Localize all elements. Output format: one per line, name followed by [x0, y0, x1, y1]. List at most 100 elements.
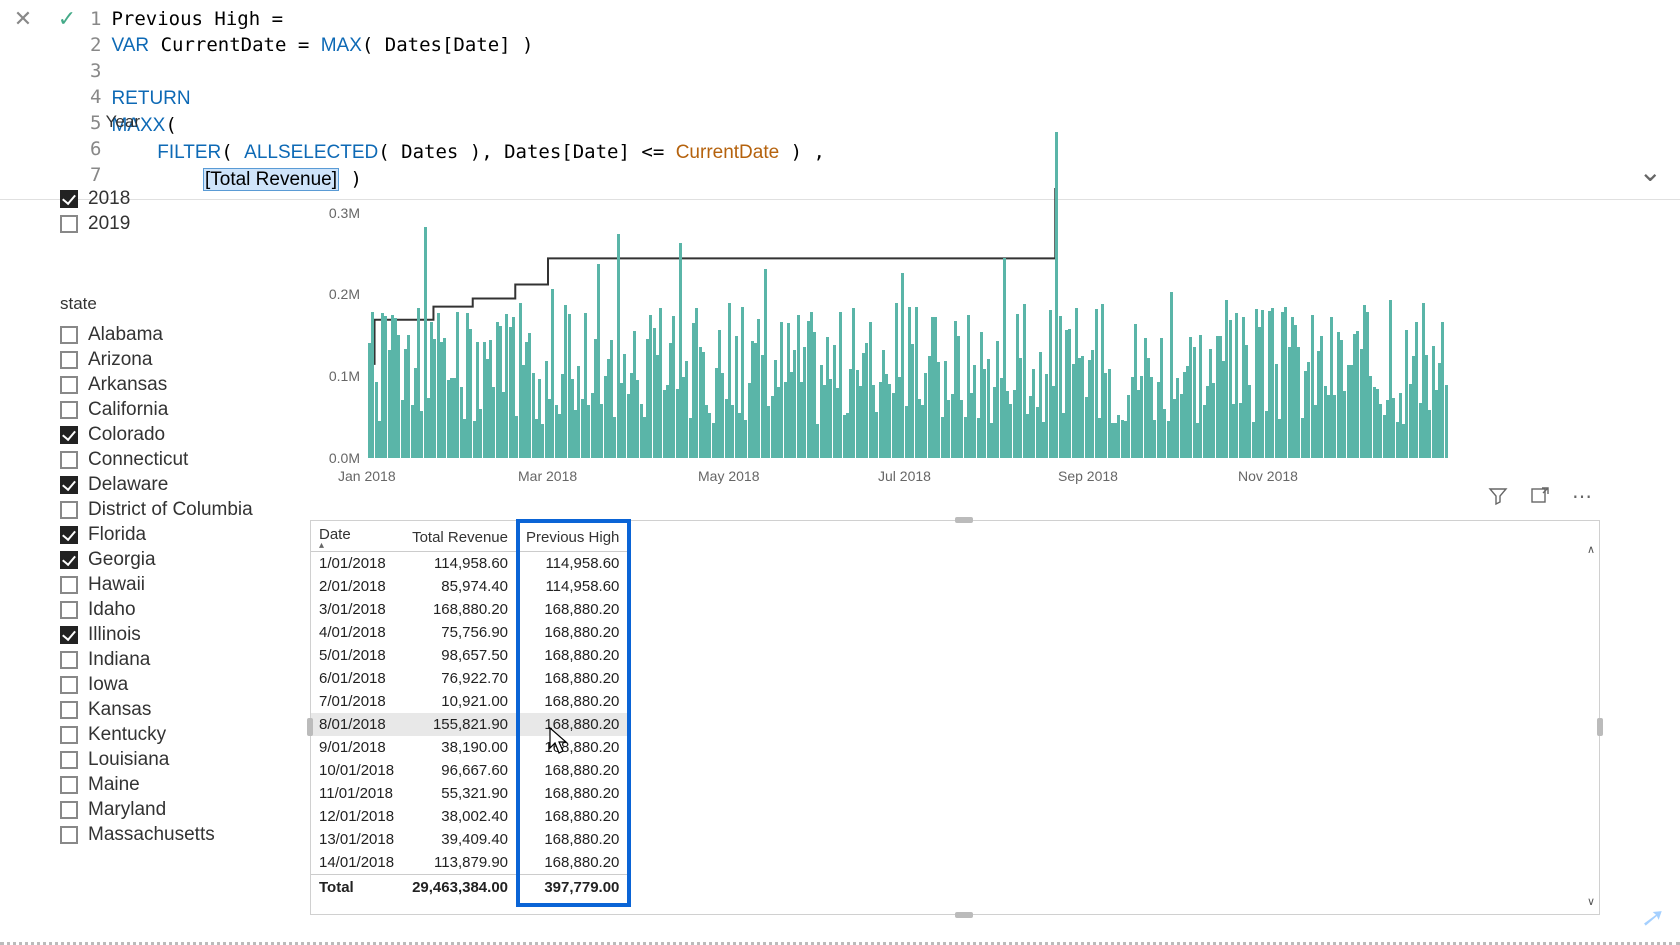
- state-label: Arkansas: [88, 374, 167, 396]
- x-axis-tick: Jul 2018: [878, 468, 931, 484]
- table-row[interactable]: 14/01/2018113,879.90168,880.20: [311, 851, 629, 875]
- year-slicer-label: Year: [60, 112, 260, 132]
- resize-handle-bottom[interactable]: [955, 912, 973, 918]
- scroll-up-icon[interactable]: ∧: [1587, 543, 1595, 556]
- state-item[interactable]: Maryland: [60, 799, 280, 821]
- checkbox[interactable]: [60, 190, 78, 208]
- state-item[interactable]: Florida: [60, 524, 280, 546]
- cancel-formula-icon[interactable]: ✕: [10, 6, 36, 32]
- state-label: Florida: [88, 524, 146, 546]
- table-row[interactable]: 4/01/201875,756.90168,880.20: [311, 621, 629, 644]
- state-label: Kansas: [88, 699, 151, 721]
- state-item[interactable]: Arkansas: [60, 374, 280, 396]
- checkbox[interactable]: [60, 826, 78, 844]
- checkbox[interactable]: [60, 476, 78, 494]
- checkbox[interactable]: [60, 726, 78, 744]
- state-item[interactable]: Massachusetts: [60, 824, 280, 846]
- checkbox[interactable]: [60, 215, 78, 233]
- state-item[interactable]: Kansas: [60, 699, 280, 721]
- data-table[interactable]: DateTotal RevenuePrevious High1/01/20181…: [311, 521, 629, 899]
- state-slicer: state AlabamaArizonaArkansasCaliforniaCo…: [60, 294, 280, 849]
- state-item[interactable]: Louisiana: [60, 749, 280, 771]
- checkbox[interactable]: [60, 701, 78, 719]
- resize-handle-left[interactable]: [307, 718, 313, 736]
- state-item[interactable]: Illinois: [60, 624, 280, 646]
- checkbox[interactable]: [60, 551, 78, 569]
- state-label: Idaho: [88, 599, 136, 621]
- state-item[interactable]: California: [60, 399, 280, 421]
- dax-editor[interactable]: Previous High = VAR CurrentDate = MAX( D…: [111, 0, 1680, 199]
- year-slicer: Year 2016201720182019: [60, 112, 260, 238]
- checkbox[interactable]: [60, 401, 78, 419]
- year-label: 2018: [88, 188, 130, 210]
- state-label: Alabama: [88, 324, 163, 346]
- state-item[interactable]: Colorado: [60, 424, 280, 446]
- state-label: Massachusetts: [88, 824, 215, 846]
- state-item[interactable]: Arizona: [60, 349, 280, 371]
- checkbox[interactable]: [60, 326, 78, 344]
- filter-icon[interactable]: [1487, 485, 1509, 507]
- checkbox[interactable]: [60, 676, 78, 694]
- scroll-down-icon[interactable]: ∨: [1587, 895, 1595, 908]
- checkbox[interactable]: [60, 651, 78, 669]
- table-row[interactable]: 13/01/201839,409.40168,880.20: [311, 828, 629, 851]
- x-axis-tick: Mar 2018: [518, 468, 577, 484]
- state-item[interactable]: Georgia: [60, 549, 280, 571]
- y-axis-tick: 0.0M: [310, 450, 360, 466]
- state-item[interactable]: Delaware: [60, 474, 280, 496]
- state-item[interactable]: Idaho: [60, 599, 280, 621]
- state-item[interactable]: Indiana: [60, 649, 280, 671]
- checkbox[interactable]: [60, 426, 78, 444]
- table-row[interactable]: 11/01/201855,321.90168,880.20: [311, 782, 629, 805]
- checkbox[interactable]: [60, 576, 78, 594]
- state-item[interactable]: Iowa: [60, 674, 280, 696]
- table-row[interactable]: 9/01/201838,190.00168,880.20: [311, 736, 629, 759]
- state-label: Illinois: [88, 624, 141, 646]
- year-item[interactable]: 2019: [60, 213, 260, 235]
- checkbox[interactable]: [60, 626, 78, 644]
- state-label: Louisiana: [88, 749, 169, 771]
- state-item[interactable]: Maine: [60, 774, 280, 796]
- checkbox[interactable]: [60, 801, 78, 819]
- focus-mode-icon[interactable]: [1529, 485, 1551, 507]
- chart-visual[interactable]: 0.0M0.1M0.2M0.3M Jan 2018Mar 2018May 201…: [310, 188, 1610, 498]
- table-row[interactable]: 12/01/201838,002.40168,880.20: [311, 805, 629, 828]
- table-row[interactable]: 6/01/201876,922.70168,880.20: [311, 667, 629, 690]
- resize-handle-right[interactable]: [1597, 718, 1603, 736]
- year-item[interactable]: 2018: [60, 188, 260, 210]
- state-label: Arizona: [88, 349, 152, 371]
- formula-expand-handle[interactable]: ⌄: [1639, 155, 1662, 188]
- state-label: Connecticut: [88, 449, 188, 471]
- table-row[interactable]: 2/01/201885,974.40114,958.60: [311, 575, 629, 598]
- column-header[interactable]: Total Revenue: [404, 521, 518, 552]
- checkbox[interactable]: [60, 351, 78, 369]
- commit-formula-icon[interactable]: ✓: [54, 6, 80, 32]
- table-row[interactable]: 7/01/201810,921.00168,880.20: [311, 690, 629, 713]
- table-row[interactable]: 3/01/2018168,880.20168,880.20: [311, 598, 629, 621]
- checkbox[interactable]: [60, 526, 78, 544]
- checkbox[interactable]: [60, 776, 78, 794]
- more-options-icon[interactable]: ⋯: [1571, 485, 1593, 507]
- checkbox[interactable]: [60, 501, 78, 519]
- table-row[interactable]: 1/01/2018114,958.60114,958.60: [311, 552, 629, 576]
- table-row[interactable]: 10/01/201896,667.60168,880.20: [311, 759, 629, 782]
- state-item[interactable]: Alabama: [60, 324, 280, 346]
- table-visual[interactable]: ⋯ DateTotal RevenuePrevious High1/01/201…: [310, 520, 1600, 915]
- checkbox[interactable]: [60, 601, 78, 619]
- x-axis-tick: Nov 2018: [1238, 468, 1298, 484]
- checkbox[interactable]: [60, 751, 78, 769]
- checkbox[interactable]: [60, 376, 78, 394]
- state-item[interactable]: Kentucky: [60, 724, 280, 746]
- table-row[interactable]: 8/01/2018155,821.90168,880.20: [311, 713, 629, 736]
- state-item[interactable]: Hawaii: [60, 574, 280, 596]
- state-item[interactable]: Connecticut: [60, 449, 280, 471]
- state-label: California: [88, 399, 168, 421]
- resize-handle-top[interactable]: [955, 517, 973, 523]
- table-row[interactable]: 5/01/201898,657.50168,880.20: [311, 644, 629, 667]
- column-header[interactable]: Previous High: [518, 521, 629, 552]
- year-label: 2019: [88, 213, 130, 235]
- state-item[interactable]: District of Columbia: [60, 499, 280, 521]
- column-header[interactable]: Date: [311, 521, 404, 552]
- checkbox[interactable]: [60, 451, 78, 469]
- state-label: Iowa: [88, 674, 128, 696]
